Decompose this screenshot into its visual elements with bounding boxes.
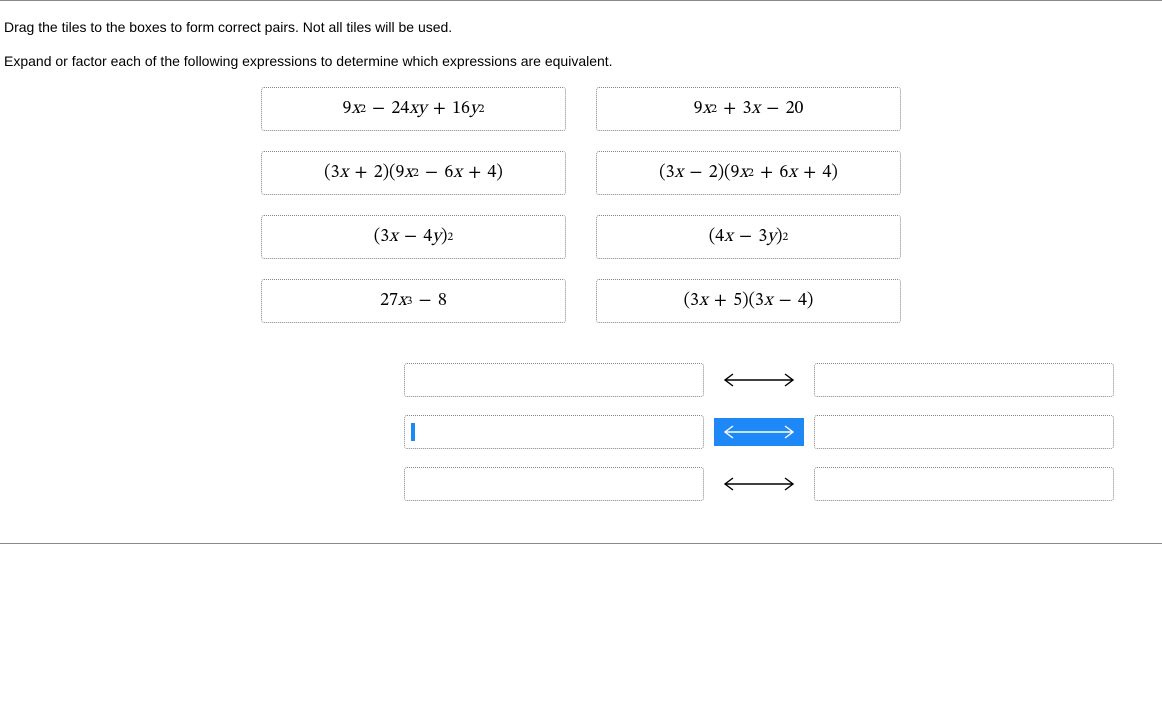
tiles-area: 9x2−24xy+16y2 9x2+3x−20 (3x+2)(9x2−6x+4)… xyxy=(261,87,901,323)
tile-expression-6[interactable]: (4x−3y)2 xyxy=(596,215,901,259)
tile-expression-7[interactable]: 27x3−8 xyxy=(261,279,566,323)
question-container: Drag the tiles to the boxes to form corr… xyxy=(0,0,1162,544)
drop-box-1-left[interactable] xyxy=(404,363,704,397)
pairs-area xyxy=(404,363,1114,501)
instruction-line-1: Drag the tiles to the boxes to form corr… xyxy=(4,19,1158,35)
drop-box-3-left[interactable] xyxy=(404,467,704,501)
tile-expression-2[interactable]: 9x2+3x−20 xyxy=(596,87,901,131)
tile-expression-3[interactable]: (3x+2)(9x2−6x+4) xyxy=(261,151,566,195)
tiles-grid: 9x2−24xy+16y2 9x2+3x−20 (3x+2)(9x2−6x+4)… xyxy=(261,87,901,323)
equivalence-arrow-3 xyxy=(714,476,804,492)
pair-row-1 xyxy=(404,363,1114,397)
drop-box-2-right[interactable] xyxy=(814,415,1114,449)
arrow-highlight-icon xyxy=(714,418,804,446)
text-cursor-icon xyxy=(411,423,415,441)
pair-row-2 xyxy=(404,415,1114,449)
drop-box-2-left[interactable] xyxy=(404,415,704,449)
drop-box-1-right[interactable] xyxy=(814,363,1114,397)
pair-row-3 xyxy=(404,467,1114,501)
tile-expression-5[interactable]: (3x−4y)2 xyxy=(261,215,566,259)
instruction-line-2: Expand or factor each of the following e… xyxy=(4,53,1158,69)
tile-expression-8[interactable]: (3x+5)(3x−4) xyxy=(596,279,901,323)
instructions-block: Drag the tiles to the boxes to form corr… xyxy=(4,19,1158,69)
equivalence-arrow-2 xyxy=(714,418,804,446)
tile-expression-1[interactable]: 9x2−24xy+16y2 xyxy=(261,87,566,131)
drop-box-3-right[interactable] xyxy=(814,467,1114,501)
tile-expression-4[interactable]: (3x−2)(9x2+6x+4) xyxy=(596,151,901,195)
equivalence-arrow-1 xyxy=(714,372,804,388)
